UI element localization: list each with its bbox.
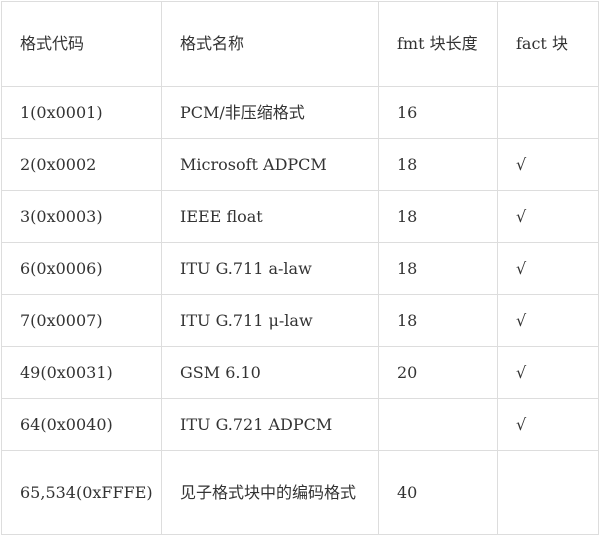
cell-format-name: 见子格式块中的编码格式 — [161, 450, 379, 535]
cell-format-name: Microsoft ADPCM — [161, 138, 379, 191]
table-row: 65,534(0xFFFE) 见子格式块中的编码格式 40 — [1, 450, 599, 535]
cell-format-name: IEEE float — [161, 190, 379, 243]
cell-fact-check: √ — [497, 398, 599, 451]
cell-format-code: 2(0x0002 — [1, 138, 162, 191]
table-row: 6(0x0006) ITU G.711 a-law 18 √ — [1, 242, 599, 295]
table-row: 64(0x0040) ITU G.721 ADPCM √ — [1, 398, 599, 451]
cell-fmt-length: 18 — [378, 138, 498, 191]
table-row: 2(0x0002 Microsoft ADPCM 18 √ — [1, 138, 599, 191]
cell-format-code: 65,534(0xFFFE) — [1, 450, 162, 535]
cell-fact-check — [497, 86, 599, 139]
cell-format-code: 6(0x0006) — [1, 242, 162, 295]
cell-fact-check: √ — [497, 294, 599, 347]
cell-format-name: GSM 6.10 — [161, 346, 379, 399]
header-format-code: 格式代码 — [1, 1, 162, 87]
cell-format-name: ITU G.711 μ-law — [161, 294, 379, 347]
table-row: 7(0x0007) ITU G.711 μ-law 18 √ — [1, 294, 599, 347]
cell-format-code: 1(0x0001) — [1, 86, 162, 139]
table-row: 1(0x0001) PCM/非压缩格式 16 — [1, 86, 599, 139]
cell-fact-check — [497, 450, 599, 535]
cell-format-name: ITU G.711 a-law — [161, 242, 379, 295]
table-row: 3(0x0003) IEEE float 18 √ — [1, 190, 599, 243]
cell-format-code: 49(0x0031) — [1, 346, 162, 399]
cell-fmt-length: 20 — [378, 346, 498, 399]
cell-fact-check: √ — [497, 190, 599, 243]
cell-fmt-length: 16 — [378, 86, 498, 139]
cell-format-name: PCM/非压缩格式 — [161, 86, 379, 139]
cell-format-code: 3(0x0003) — [1, 190, 162, 243]
cell-fmt-length: 18 — [378, 294, 498, 347]
cell-fmt-length: 40 — [378, 450, 498, 535]
header-format-name: 格式名称 — [161, 1, 379, 87]
header-fmt-chunk-length: fmt 块长度 — [378, 1, 498, 87]
cell-fact-check: √ — [497, 138, 599, 191]
cell-format-code: 7(0x0007) — [1, 294, 162, 347]
header-fact-chunk: fact 块 — [497, 1, 599, 87]
cell-fmt-length: 18 — [378, 190, 498, 243]
cell-fmt-length: 18 — [378, 242, 498, 295]
cell-fmt-length — [378, 398, 498, 451]
cell-fact-check: √ — [497, 346, 599, 399]
table-header-row: 格式代码 格式名称 fmt 块长度 fact 块 — [1, 1, 599, 87]
format-code-table: 格式代码 格式名称 fmt 块长度 fact 块 1(0x0001) PCM/非… — [1, 1, 599, 535]
cell-format-name: ITU G.721 ADPCM — [161, 398, 379, 451]
table-row: 49(0x0031) GSM 6.10 20 √ — [1, 346, 599, 399]
cell-fact-check: √ — [497, 242, 599, 295]
cell-format-code: 64(0x0040) — [1, 398, 162, 451]
